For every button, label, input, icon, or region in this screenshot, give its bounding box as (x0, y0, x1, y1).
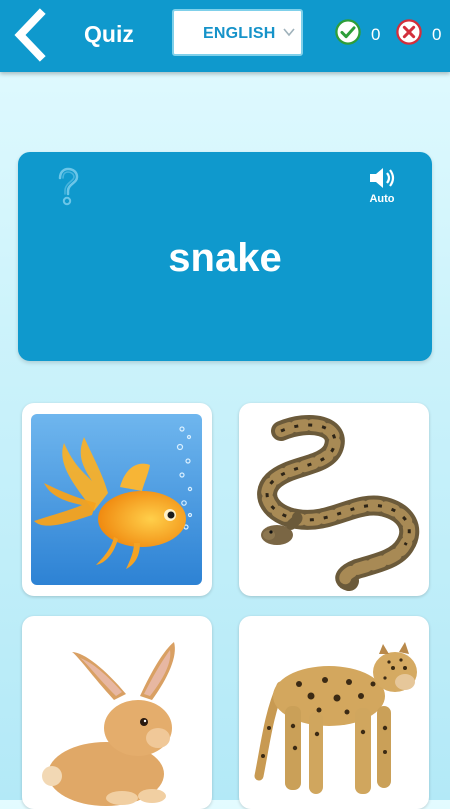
audio-button[interactable]: Auto (362, 164, 402, 208)
chevron-down-icon (283, 28, 295, 37)
leopard-image (254, 642, 417, 794)
x-circle-icon (396, 19, 422, 45)
goldfish-image (31, 414, 202, 585)
answer-option-snake[interactable] (239, 403, 429, 596)
top-bar: Quiz ENGLISH 0 0 (0, 0, 450, 72)
answer-option-leopard[interactable] (239, 616, 429, 809)
rabbit-image (42, 642, 175, 806)
audio-mode-label: Auto (369, 193, 395, 205)
back-button[interactable] (8, 6, 50, 64)
speaker-icon (370, 168, 395, 188)
language-select[interactable]: ENGLISH (172, 9, 303, 56)
help-button[interactable] (54, 167, 82, 212)
language-select-value: ENGLISH (203, 25, 276, 42)
snake-image (257, 415, 420, 591)
correct-count: 0 (371, 25, 381, 44)
answer-option-rabbit[interactable] (22, 616, 212, 809)
check-circle-icon (335, 19, 361, 45)
quiz-word: snake (168, 236, 282, 280)
page-title: Quiz (84, 21, 134, 47)
answer-option-goldfish[interactable] (22, 403, 212, 596)
chevron-left-icon (14, 8, 46, 62)
question-mark-icon (58, 167, 79, 206)
wrong-count: 0 (432, 25, 442, 44)
word-card: Auto snake (18, 152, 432, 361)
